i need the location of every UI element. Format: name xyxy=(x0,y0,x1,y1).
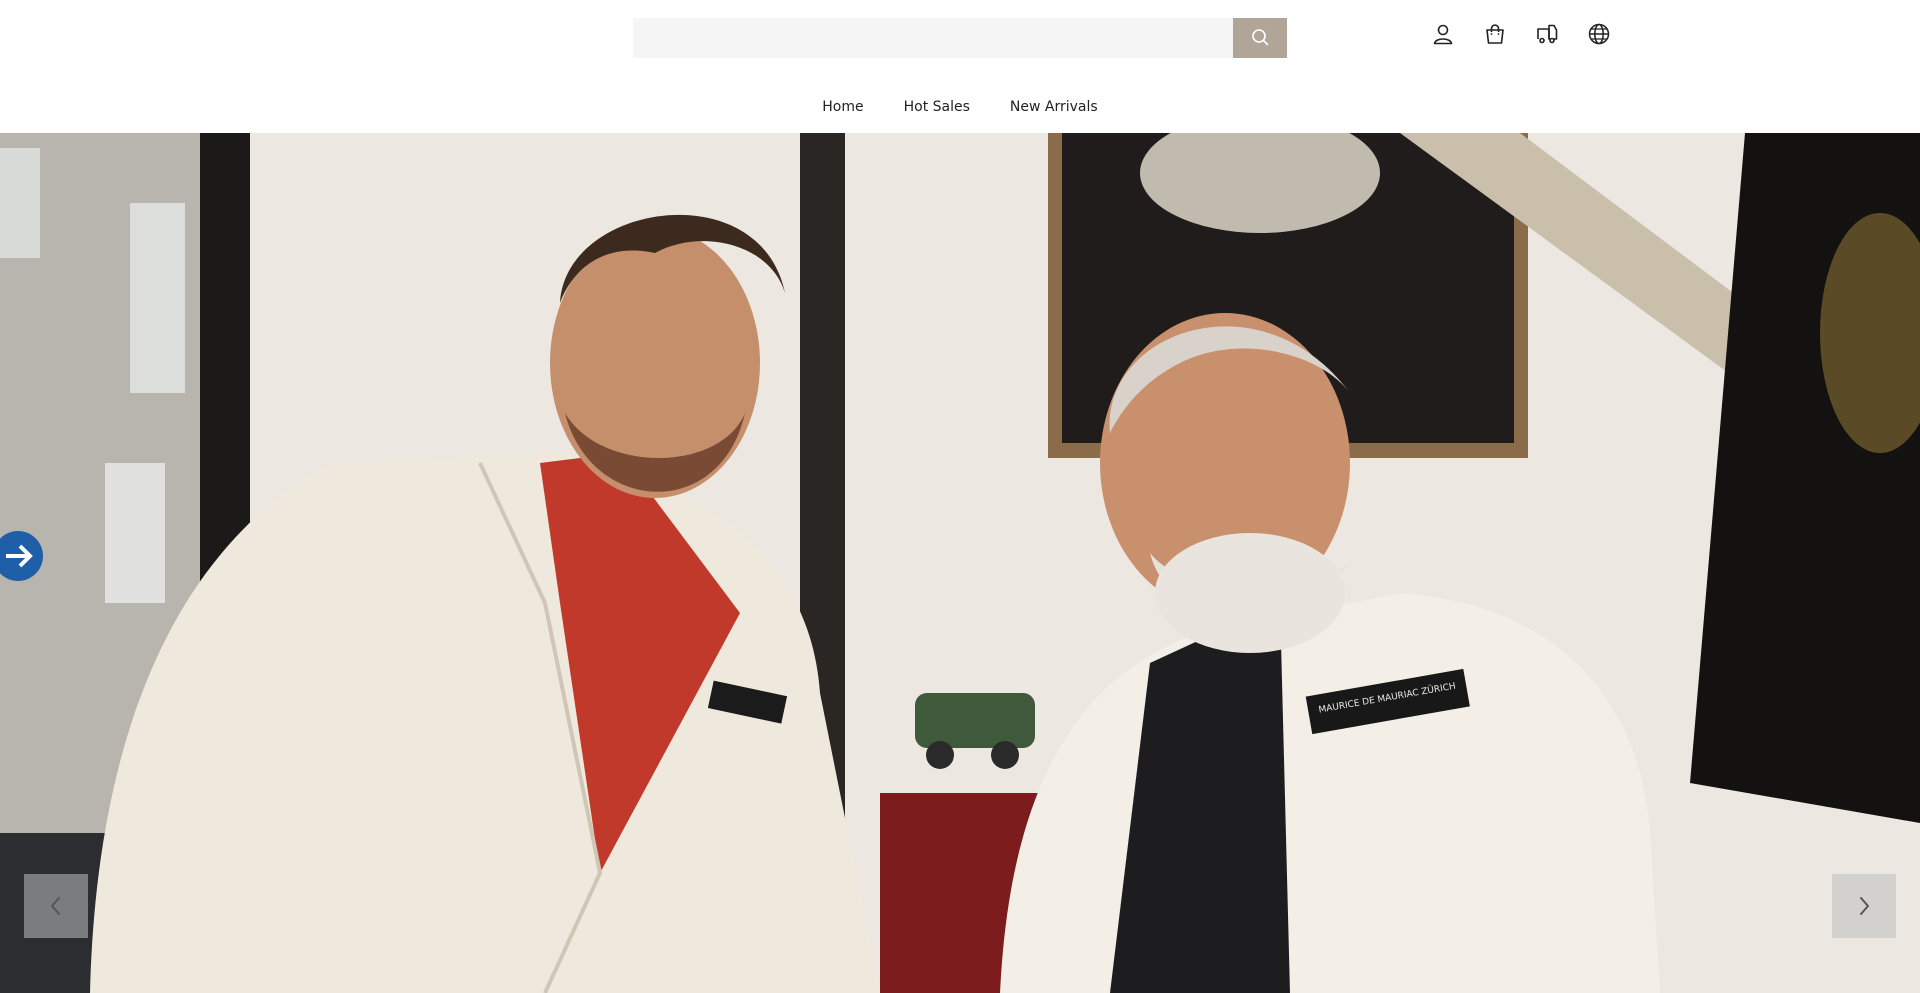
hero-image: MAURICE DE MAURIAC ZÜRICH xyxy=(0,133,1920,993)
site-header: Home Hot Sales New Arrivals xyxy=(0,0,1920,133)
nav-home[interactable]: Home xyxy=(822,99,863,115)
language-button[interactable] xyxy=(1585,22,1613,50)
hero-slideshow[interactable]: MAURICE DE MAURIAC ZÜRICH xyxy=(0,133,1920,993)
search-icon xyxy=(1251,28,1269,49)
user-icon xyxy=(1431,22,1455,50)
slideshow-prev-button[interactable] xyxy=(24,874,88,938)
slideshow-next-button[interactable] xyxy=(1832,874,1896,938)
cart-button[interactable] xyxy=(1481,22,1509,50)
globe-icon xyxy=(1587,22,1611,50)
shipping-truck-icon xyxy=(1535,22,1559,50)
search-button[interactable] xyxy=(1233,18,1287,58)
order-tracking-button[interactable] xyxy=(1533,22,1561,50)
chevron-left-icon xyxy=(48,895,64,917)
shopping-bag-icon xyxy=(1483,22,1507,50)
header-icon-bar xyxy=(1429,22,1613,50)
main-nav: Home Hot Sales New Arrivals xyxy=(0,95,1920,119)
search-input[interactable] xyxy=(633,18,1233,58)
account-button[interactable] xyxy=(1429,22,1457,50)
nav-hot-sales[interactable]: Hot Sales xyxy=(904,99,970,115)
nav-new-arrivals[interactable]: New Arrivals xyxy=(1010,99,1098,115)
chevron-right-icon xyxy=(1856,895,1872,917)
search-bar xyxy=(633,18,1287,58)
